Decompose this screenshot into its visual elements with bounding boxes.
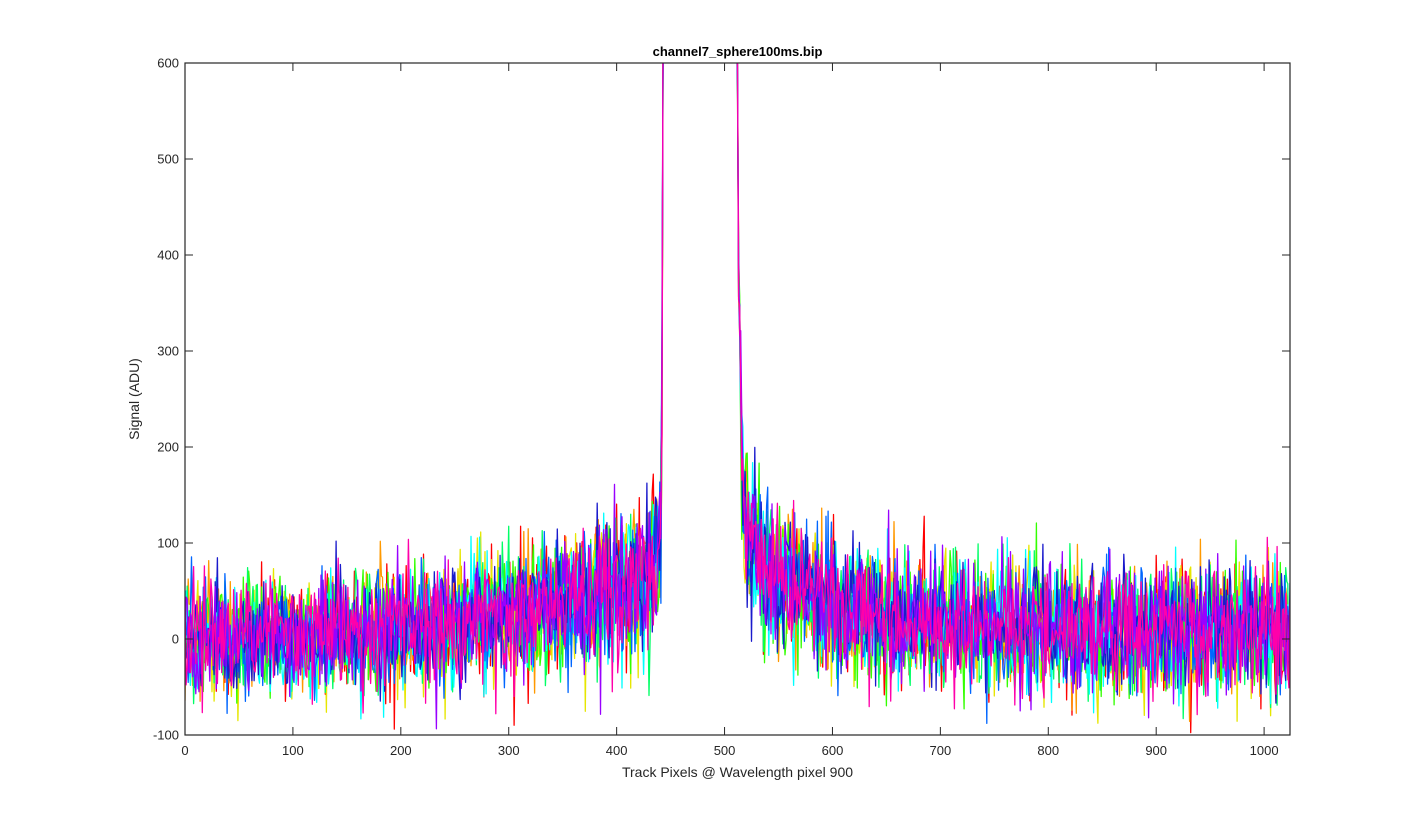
y-tick-label: 400 bbox=[157, 248, 179, 263]
y-axis-label: Signal (ADU) bbox=[126, 358, 142, 440]
x-axis-label: Track Pixels @ Wavelength pixel 900 bbox=[622, 764, 853, 780]
x-tick-label: 1000 bbox=[1250, 743, 1279, 758]
y-tick-label: 500 bbox=[157, 152, 179, 167]
x-tick-label: 300 bbox=[498, 743, 520, 758]
chart-title: channel7_sphere100ms.bip bbox=[653, 44, 823, 59]
y-tick-label: -100 bbox=[153, 728, 179, 743]
figure: 0 100 200 300 400 500 600 700 800 900 1000 -100 0 100… bbox=[0, 0, 1425, 825]
y-tick-label: 200 bbox=[157, 440, 179, 455]
x-tick-label: 600 bbox=[822, 743, 844, 758]
y-tick-label: 600 bbox=[157, 56, 179, 71]
x-tick-label: 400 bbox=[606, 743, 628, 758]
line-chart: 0 100 200 300 400 500 600 700 800 900 1000-1000100… bbox=[126, 44, 1291, 780]
y-tick-label: 100 bbox=[157, 536, 179, 551]
x-tick-label: 900 bbox=[1145, 743, 1167, 758]
x-tick-label: 200 bbox=[390, 743, 412, 758]
x-tick-label: 100 bbox=[282, 743, 304, 758]
x-tick-label: 500 bbox=[714, 743, 736, 758]
y-tick-label: 300 bbox=[157, 344, 179, 359]
x-tick-label: 700 bbox=[930, 743, 952, 758]
x-tick-label: 800 bbox=[1037, 743, 1059, 758]
x-tick-label: 0 bbox=[181, 743, 188, 758]
y-tick-label: 0 bbox=[172, 632, 179, 647]
